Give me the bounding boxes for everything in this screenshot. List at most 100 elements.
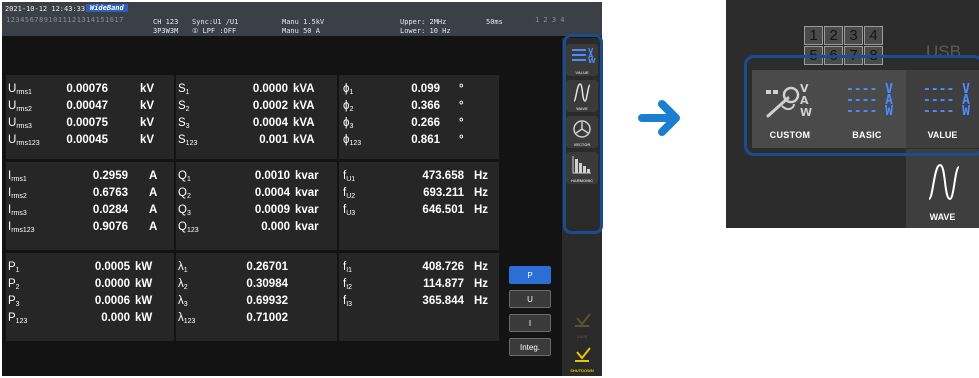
quantity-subscript: I2 xyxy=(346,284,353,291)
quantity-subscript: 1 xyxy=(186,176,191,183)
freq_u-label: fU3 xyxy=(343,203,355,221)
apparent-unit: kVA xyxy=(293,117,315,129)
quantity-subscript: 1 xyxy=(185,89,190,96)
wave-button-zoom[interactable]: WAVE xyxy=(906,148,979,228)
reactive-unit: kvar xyxy=(295,221,319,233)
freq_i-value: 408.726 xyxy=(422,261,464,273)
quantity-symbol: Q xyxy=(178,204,187,216)
arrow-right-icon xyxy=(638,100,680,136)
wave-icon-zoom xyxy=(928,163,960,201)
quantity-subscript: 2 xyxy=(183,284,188,291)
save-button[interactable]: SAVE xyxy=(566,308,598,340)
freq_u-label: fU2 xyxy=(343,186,355,204)
phase-unit: ° xyxy=(459,100,464,112)
shutdown-caption: SHUTDOWN xyxy=(570,368,594,373)
power-label: P123 xyxy=(8,311,27,329)
freq_i-label: fI1 xyxy=(343,260,352,278)
power-label: P2 xyxy=(8,277,20,295)
quantity-subscript: rms3 xyxy=(11,210,27,217)
quantity-subscript: rms2 xyxy=(11,193,27,200)
wideband-badge: WideBand xyxy=(86,4,128,12)
quantity-subscript: rms123 xyxy=(16,140,40,147)
power-label: P3 xyxy=(8,294,20,312)
quantity-subscript: 3 xyxy=(15,301,20,308)
apparent-unit: kVA xyxy=(293,100,315,112)
mode-button-i[interactable]: I xyxy=(509,314,551,332)
quantity-subscript: 123 xyxy=(185,140,198,147)
power-label: P1 xyxy=(8,260,20,278)
quantity-subscript: rms1 xyxy=(16,89,32,96)
power-unit: kW xyxy=(135,261,153,273)
apparent-label: S2 xyxy=(178,99,190,117)
quantity-symbol: S xyxy=(178,100,186,112)
quantity-subscript: 123 xyxy=(349,140,362,147)
update-rate: 50ms xyxy=(486,18,503,26)
freq_i-unit: Hz xyxy=(474,278,489,290)
freq_i-value: 365.844 xyxy=(422,295,464,307)
reactive-label: Q2 xyxy=(178,186,191,204)
phase-value: 0.366 xyxy=(411,100,440,112)
quantity-subscript: 2 xyxy=(15,284,20,291)
phase-value: 0.099 xyxy=(411,83,440,95)
current-unit: A xyxy=(149,221,158,233)
lpf-setting: ① LPF :OFF xyxy=(192,27,237,35)
quantity-subscript: 2 xyxy=(185,106,190,113)
current-label: Irms3 xyxy=(8,203,27,221)
highlight-frame-zoom xyxy=(744,55,979,156)
quantity-subscript: 1 xyxy=(183,267,188,274)
highlight-frame xyxy=(563,34,603,234)
shutdown-button[interactable]: SHUTDOWN xyxy=(566,342,598,374)
current-label: Irms1 xyxy=(8,169,27,187)
voltage-label: Urms123 xyxy=(8,133,40,151)
save-caption: SAVE xyxy=(576,334,588,339)
reactive-value: 0.0004 xyxy=(254,187,290,199)
freq_i-unit: Hz xyxy=(474,295,489,307)
mode-button-u[interactable]: U xyxy=(509,290,551,308)
quantity-subscript: U1 xyxy=(346,176,356,183)
power-value: 0.0006 xyxy=(94,295,130,307)
quantity-subscript: U3 xyxy=(346,210,356,217)
phase-unit: ° xyxy=(459,117,464,129)
current-label: Irms2 xyxy=(8,186,27,204)
current-value: 0.6763 xyxy=(92,187,128,199)
voltage-unit: kV xyxy=(140,134,155,146)
quantity-subscript: 3 xyxy=(183,301,188,308)
mode-button-integ[interactable]: Integ. xyxy=(509,338,551,356)
wave-caption-zoom: WAVE xyxy=(929,212,956,222)
power-unit: kW xyxy=(135,312,153,324)
quantity-subscript: 3 xyxy=(186,210,191,217)
phase-value: 0.861 xyxy=(411,134,440,146)
reactive-unit: kvar xyxy=(295,187,319,199)
reactive-value: 0.000 xyxy=(261,221,290,233)
apparent-unit: kVA xyxy=(293,83,315,95)
page-indicator: 1 2 3 4 xyxy=(535,16,565,24)
quantity-subscript: 1 xyxy=(349,89,354,96)
voltage-range: Manu 1.5kV xyxy=(282,18,325,26)
quantity-subscript: 1 xyxy=(15,267,20,274)
phase-unit: ° xyxy=(459,83,464,95)
pf-value: 0.26701 xyxy=(246,261,288,273)
save-icon xyxy=(575,313,591,327)
current-range: Manu 50 A xyxy=(282,27,320,35)
status-bar: 2021-10-12 12:43:33 WideBand 12345678910… xyxy=(2,2,602,36)
mode-button-p[interactable]: P xyxy=(509,266,551,284)
phase-label: ϕ3 xyxy=(343,116,353,134)
upper-frequency: Upper: 2MHz xyxy=(400,18,447,26)
voltage-label: Urms3 xyxy=(8,116,32,134)
current-value: 0.9076 xyxy=(92,221,128,233)
pf-label: λ123 xyxy=(178,311,195,329)
reactive-label: Q3 xyxy=(178,203,191,221)
freq_i-label: fI3 xyxy=(343,294,352,312)
quantity-symbol: P xyxy=(8,295,16,307)
power-value: 0.0005 xyxy=(94,261,130,273)
voltage-value: 0.00045 xyxy=(66,134,108,146)
quantity-subscript: 2 xyxy=(186,193,191,200)
quantity-symbol: S xyxy=(178,134,186,146)
reactive-unit: kvar xyxy=(295,170,319,182)
lower-frequency: Lower: 10 Hz xyxy=(400,27,451,35)
freq_i-label: fI2 xyxy=(343,277,352,295)
quantity-subscript: I3 xyxy=(346,301,353,308)
quantity-subscript: U2 xyxy=(346,193,356,200)
quantity-symbol: S xyxy=(178,117,186,129)
indicator-cell-4: 4 xyxy=(864,26,883,45)
